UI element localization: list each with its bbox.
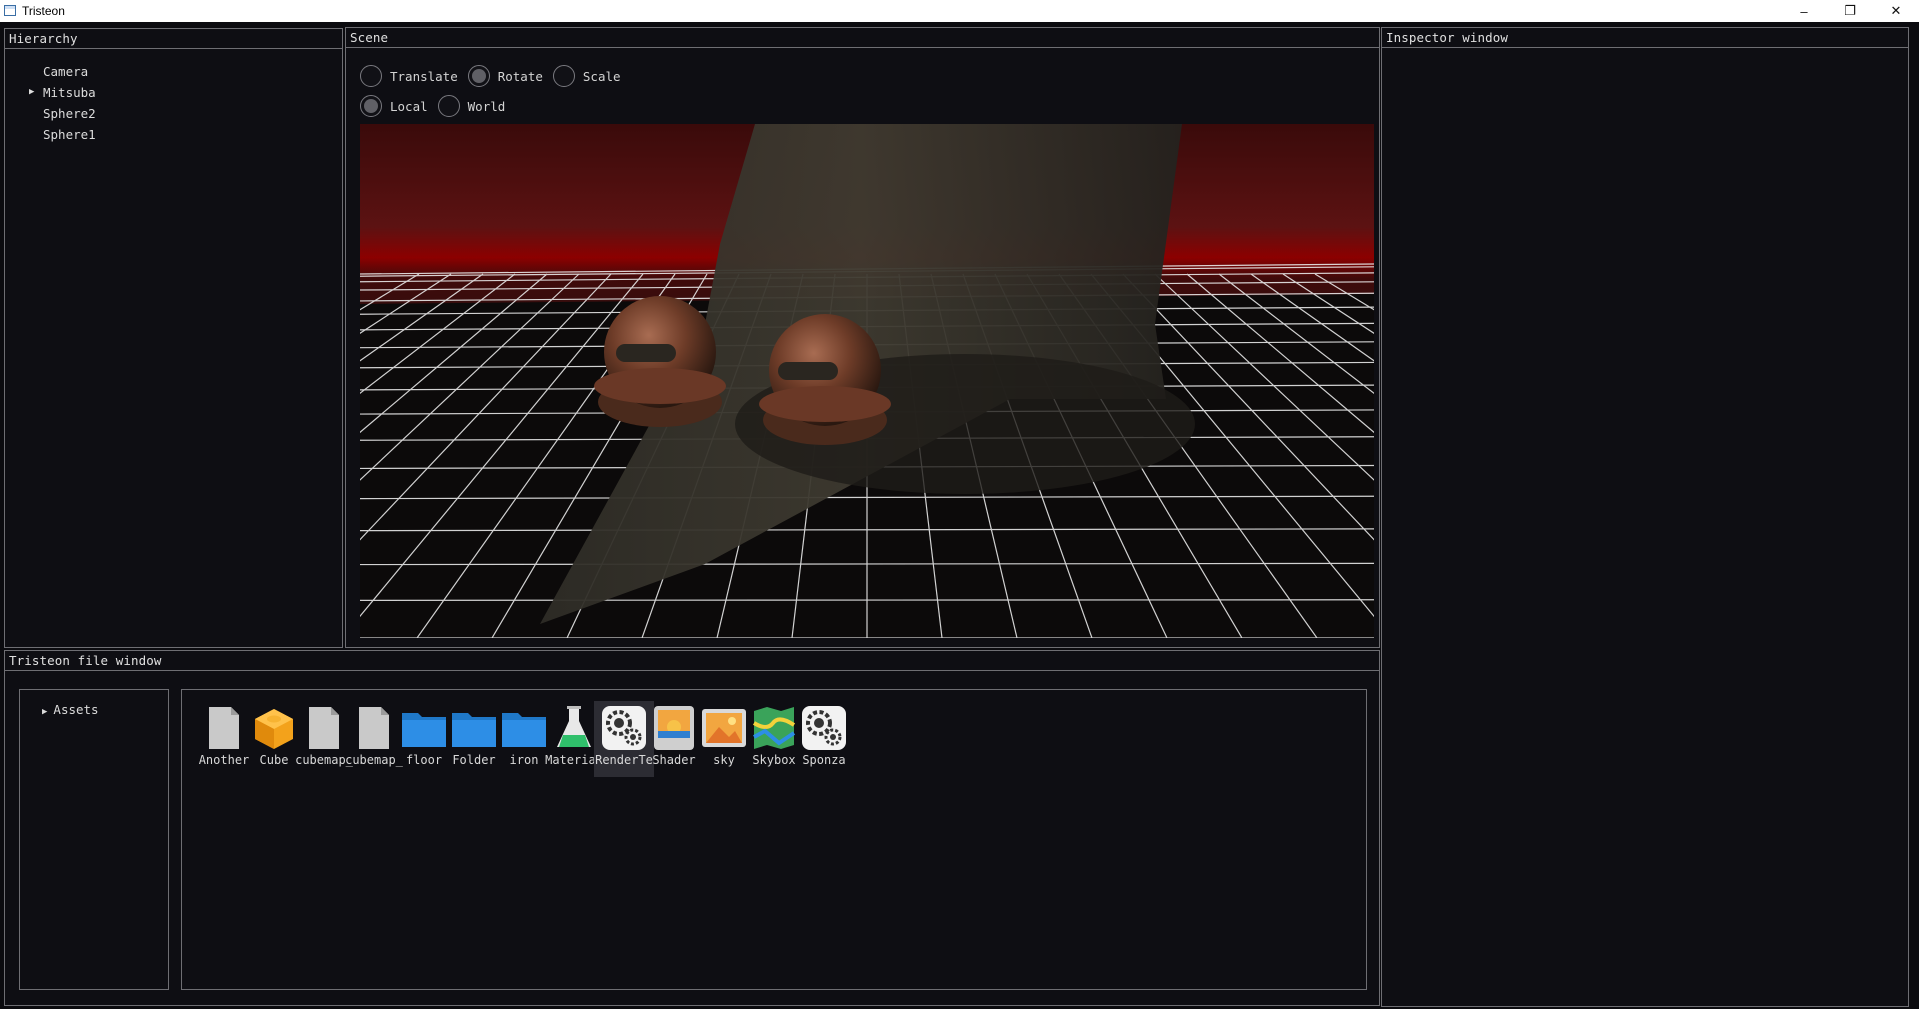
hierarchy-item-label: Camera xyxy=(43,64,89,79)
asset-tree-item-assets[interactable]: ▶ Assets xyxy=(42,702,99,717)
map-icon xyxy=(752,707,796,749)
hierarchy-item-sphere2[interactable]: Sphere2 xyxy=(5,103,342,124)
radio-circle[interactable] xyxy=(360,95,382,117)
translate-label: Translate xyxy=(390,68,458,84)
hierarchy-item-label: Mitsuba xyxy=(43,85,96,100)
flask-icon xyxy=(557,706,591,747)
scene-title: Scene xyxy=(346,28,1379,48)
scene-panel: Scene Translate Rotate Scale Local World xyxy=(345,27,1380,648)
hierarchy-item-camera[interactable]: Camera xyxy=(5,61,342,82)
file-window-panel: Tristeon file window ▶ Assets Another Cub… xyxy=(4,650,1380,1006)
radio-circle[interactable] xyxy=(437,95,460,117)
hierarchy-item-label: Sphere1 xyxy=(43,127,96,142)
radio-circle[interactable] xyxy=(467,65,490,87)
shader-icon xyxy=(654,706,694,750)
scene-viewport[interactable] xyxy=(360,124,1374,638)
file-icon xyxy=(309,707,339,749)
folder-icon xyxy=(402,713,446,747)
rotate-radio[interactable]: Rotate xyxy=(467,65,543,87)
expand-arrow-icon[interactable]: ▶ xyxy=(42,707,47,717)
file-window-title: Tristeon file window xyxy=(5,651,1379,671)
scale-radio[interactable]: Scale xyxy=(552,65,621,87)
gears-icon xyxy=(602,706,646,750)
close-button[interactable]: ✕ xyxy=(1873,0,1919,22)
rotate-label: Rotate xyxy=(497,68,543,84)
asset-grid: Another Cube cubemap_ cubemap_ floor Fol… xyxy=(181,689,1367,990)
file-icon xyxy=(359,707,389,749)
hierarchy-item-label: Sphere2 xyxy=(43,106,96,121)
scale-label: Scale xyxy=(582,68,621,84)
asset-tree: ▶ Assets xyxy=(19,689,169,990)
local-radio[interactable]: Local xyxy=(360,95,428,117)
world-radio[interactable]: World xyxy=(437,95,506,117)
local-label: Local xyxy=(390,98,428,114)
asset-label: Sponza xyxy=(802,753,846,767)
file-icon xyxy=(209,707,239,749)
window-titlebar: Tristeon – ❐ ✕ xyxy=(0,0,1919,22)
window-title: Tristeon xyxy=(22,4,65,18)
world-label: World xyxy=(467,98,506,114)
hierarchy-title: Hierarchy xyxy=(5,29,342,49)
hierarchy-item-mitsuba[interactable]: ▶ Mitsuba xyxy=(5,82,342,103)
radio-circle[interactable] xyxy=(360,65,382,87)
scene-render xyxy=(360,124,1374,638)
space-group: Local World xyxy=(360,95,515,117)
inspector-panel: Inspector window xyxy=(1381,27,1909,1007)
app-icon xyxy=(4,5,16,16)
restore-button[interactable]: ❐ xyxy=(1827,0,1873,22)
image-icon xyxy=(702,709,746,747)
hierarchy-panel: Hierarchy Camera ▶ Mitsuba Sphere2 Sphere… xyxy=(4,28,343,648)
translate-radio[interactable]: Translate xyxy=(360,65,458,87)
folder-icon xyxy=(502,713,546,747)
expand-arrow-icon[interactable]: ▶ xyxy=(29,82,34,103)
folder-icon xyxy=(452,713,496,747)
asset-item[interactable]: Sponza xyxy=(794,701,854,777)
cube-icon xyxy=(255,709,293,749)
minimize-button[interactable]: – xyxy=(1781,0,1827,22)
inspector-title: Inspector window xyxy=(1382,28,1908,48)
gears-icon xyxy=(802,706,846,750)
radio-circle[interactable] xyxy=(552,65,575,87)
gizmo-mode-group: Translate Rotate Scale xyxy=(360,65,631,87)
hierarchy-item-sphere1[interactable]: Sphere1 xyxy=(5,124,342,145)
asset-tree-label: Assets xyxy=(53,702,99,717)
hierarchy-tree: Camera ▶ Mitsuba Sphere2 Sphere1 xyxy=(5,49,342,145)
